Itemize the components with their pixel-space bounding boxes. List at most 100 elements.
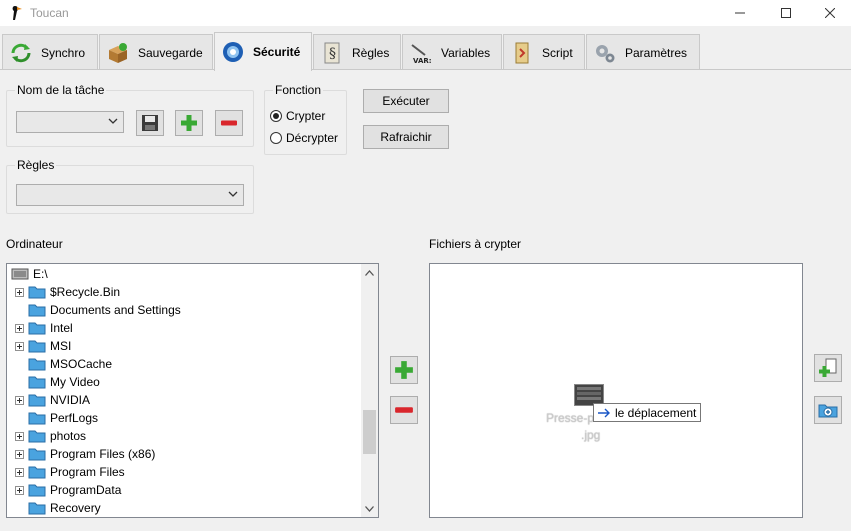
- refresh-button[interactable]: Rafraichir: [363, 125, 449, 149]
- drive-icon: [11, 268, 29, 280]
- tab-parametres[interactable]: Paramètres: [586, 34, 700, 70]
- scroll-thumb[interactable]: [363, 410, 376, 454]
- radio-crypter-label: Crypter: [286, 109, 326, 123]
- tab-synchro[interactable]: Synchro: [2, 34, 98, 70]
- scroll-up-button[interactable]: [361, 264, 378, 281]
- add-file-button[interactable]: [814, 354, 842, 382]
- tree-folder-item[interactable]: Program Files: [15, 463, 125, 481]
- save-task-button[interactable]: [136, 110, 164, 136]
- tree-folder-item[interactable]: MSOCache: [15, 355, 112, 373]
- tree-folder-item[interactable]: NVIDIA: [15, 391, 90, 409]
- minimize-icon: [735, 12, 745, 14]
- tree-folder-item[interactable]: $Recycle.Bin: [15, 283, 120, 301]
- computer-label: Ordinateur: [6, 237, 63, 251]
- folder-icon: [28, 358, 46, 371]
- execute-button[interactable]: Exécuter: [363, 89, 449, 113]
- folder-icon: [28, 394, 46, 407]
- task-name-legend: Nom de la tâche: [15, 83, 107, 97]
- radio-crypter[interactable]: Crypter: [270, 109, 325, 123]
- add-folder-button[interactable]: [814, 396, 842, 424]
- dragged-file-name: Presse-p: [546, 411, 595, 425]
- expand-toggle-icon[interactable]: [15, 287, 24, 297]
- tree-folder-item[interactable]: My Video: [15, 373, 100, 391]
- chevron-down-icon: [108, 118, 118, 124]
- tab-regles[interactable]: § Règles: [313, 34, 401, 70]
- remove-from-list-button[interactable]: [390, 396, 418, 424]
- maximize-button[interactable]: [763, 0, 809, 26]
- files-label: Fichiers à crypter: [429, 237, 522, 251]
- tree-root-label: E:\: [33, 267, 48, 281]
- chevron-down-icon: [228, 191, 238, 197]
- expand-toggle-icon[interactable]: [15, 341, 24, 351]
- tab-label: Script: [542, 45, 573, 60]
- rules-legend: Règles: [15, 158, 57, 172]
- scroll-down-button[interactable]: [361, 500, 378, 517]
- tab-label: Sécurité: [253, 45, 301, 59]
- tree-folder-item[interactable]: Program Files (x86): [15, 445, 155, 463]
- tab-label: Paramètres: [625, 45, 688, 60]
- tree-folder-item[interactable]: Documents and Settings: [15, 301, 181, 319]
- tree-folder-item[interactable]: ProgramData: [15, 481, 121, 499]
- folder-icon: [28, 448, 46, 461]
- computer-tree[interactable]: E:\ $Recycle.Bin Documents and Settings In…: [6, 263, 379, 518]
- tab-sauvegarde[interactable]: Sauvegarde: [99, 34, 213, 70]
- minimize-button[interactable]: [717, 0, 763, 26]
- folder-icon: [28, 376, 46, 389]
- dragged-file-ext: .jpg: [581, 428, 601, 442]
- add-to-list-button[interactable]: [390, 356, 418, 384]
- tab-divider: [0, 69, 851, 70]
- floppy-disk-icon: [142, 115, 158, 131]
- add-task-button[interactable]: [175, 110, 203, 136]
- tab-label: Variables: [441, 45, 491, 60]
- tree-folder-label: Program Files (x86): [50, 447, 156, 461]
- add-folder-icon: [818, 404, 838, 418]
- chevron-up-icon: [365, 269, 374, 276]
- tree-folder-label: $Recycle.Bin: [50, 285, 121, 299]
- variables-icon: VAR:: [407, 39, 435, 67]
- tree-folder-item[interactable]: MSI: [15, 337, 71, 355]
- tab-script[interactable]: Script: [503, 34, 585, 70]
- plus-icon: [395, 361, 413, 379]
- function-legend: Fonction: [273, 83, 324, 97]
- rules-combo[interactable]: [16, 184, 244, 206]
- tree-scrollbar[interactable]: [361, 264, 378, 517]
- backup-box-icon: [104, 39, 132, 67]
- expand-toggle-icon[interactable]: [15, 449, 24, 459]
- drag-move-tooltip: le déplacement: [593, 403, 701, 422]
- tab-label: Sauvegarde: [138, 45, 203, 60]
- minus-icon: [221, 120, 237, 126]
- minus-icon: [395, 407, 413, 413]
- add-file-icon: [819, 358, 837, 377]
- tree-root-drive[interactable]: E:\: [11, 265, 48, 283]
- close-button[interactable]: [807, 0, 851, 26]
- radio-dot: [270, 132, 282, 144]
- expand-toggle-icon[interactable]: [15, 395, 24, 405]
- svg-text:VAR:: VAR:: [413, 57, 432, 65]
- folder-icon: [28, 484, 46, 497]
- expand-toggle-icon[interactable]: [15, 485, 24, 495]
- folder-icon: [28, 340, 46, 353]
- tree-folder-label: Documents and Settings: [50, 303, 181, 317]
- tree-folder-label: ProgramData: [50, 483, 122, 497]
- tree-folder-item[interactable]: Recovery: [15, 499, 101, 517]
- tree-folder-label: NVIDIA: [50, 393, 91, 407]
- radio-decrypter[interactable]: Décrypter: [270, 131, 338, 145]
- shield-icon: [219, 38, 247, 66]
- folder-icon: [28, 304, 46, 317]
- folder-icon: [28, 502, 46, 515]
- toucan-logo-icon: [12, 6, 22, 20]
- tree-folder-item[interactable]: Intel: [15, 319, 73, 337]
- expand-toggle-icon[interactable]: [15, 431, 24, 441]
- task-name-combo[interactable]: [16, 111, 124, 133]
- tab-variables[interactable]: VAR: Variables: [402, 34, 502, 70]
- expand-toggle-icon[interactable]: [15, 323, 24, 333]
- sync-icon: [7, 39, 35, 67]
- delete-task-button[interactable]: [215, 110, 243, 136]
- expand-toggle-icon[interactable]: [15, 467, 24, 477]
- tree-folder-item[interactable]: photos: [15, 427, 86, 445]
- tree-folder-label: Intel: [50, 321, 73, 335]
- tab-securite[interactable]: Sécurité: [214, 32, 312, 71]
- tree-folder-item[interactable]: PerfLogs: [15, 409, 98, 427]
- files-list[interactable]: [429, 263, 803, 518]
- rules-doc-icon: §: [318, 39, 346, 67]
